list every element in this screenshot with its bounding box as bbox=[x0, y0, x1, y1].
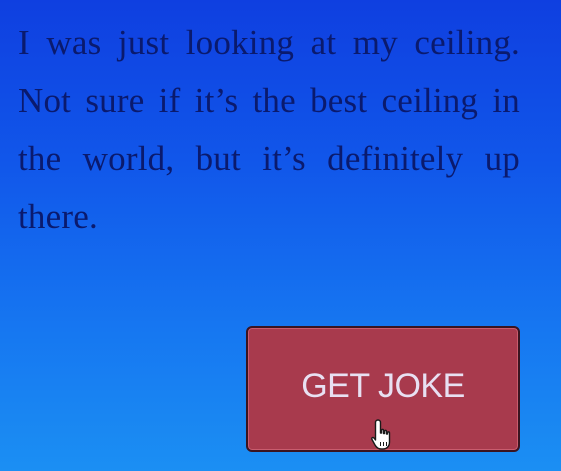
get-joke-button-label: GET JOKE bbox=[301, 366, 465, 405]
joke-text: I was just looking at my ceiling. Not su… bbox=[18, 23, 520, 236]
hand-pointer-icon bbox=[371, 419, 391, 450]
joke-app-screen: I was just looking at my ceiling. Not su… bbox=[0, 0, 561, 471]
